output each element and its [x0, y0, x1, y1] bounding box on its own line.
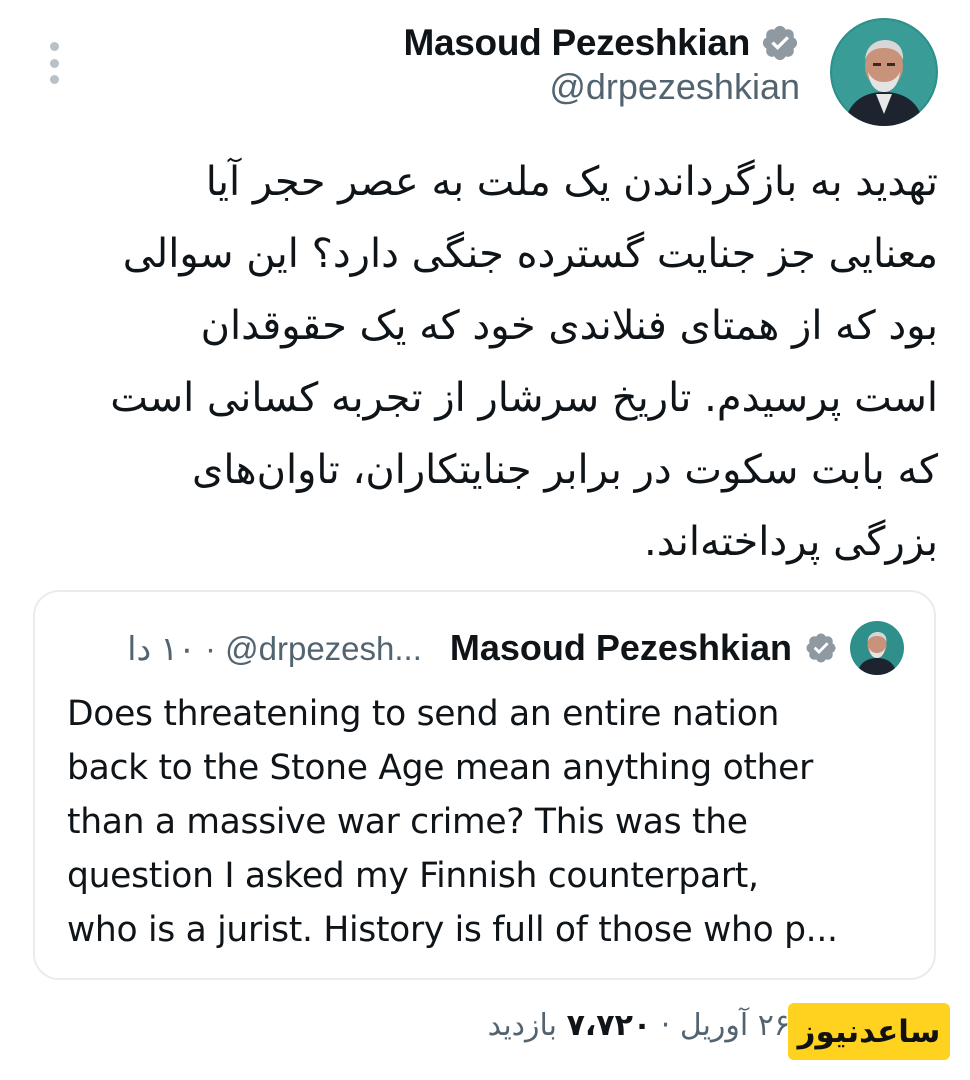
more-options-icon[interactable]: [38, 42, 70, 84]
quoted-tweet-card[interactable]: @drpezesh... · ۱۰ دا Masoud Pezeshkian D…: [33, 590, 936, 980]
quoted-author-handle[interactable]: @drpezesh...: [225, 630, 422, 667]
quoted-avatar-portrait: [850, 621, 904, 675]
tweet-date[interactable]: ۲۶ آوریل: [680, 1008, 790, 1043]
more-dot: [49, 42, 59, 51]
quoted-tweet-text: Does threatening to send an entire natio…: [67, 687, 904, 957]
footer-separator: ·: [660, 1008, 671, 1043]
views-label: بازدید: [487, 1008, 558, 1043]
tweet-footer-meta: ۲۶ آوریل · ۷،۷۲۰ بازدید: [430, 1008, 790, 1043]
quoted-text-line: than a massive war crime? This was the: [67, 802, 748, 842]
tweet-author[interactable]: Masoud Pezeshkian @drpezeshkian: [403, 22, 800, 108]
quoted-tweet-header: @drpezesh... · ۱۰ دا Masoud Pezeshkian: [65, 618, 904, 678]
quoted-text-line: question I asked my Finnish counterpart,: [67, 856, 759, 896]
more-dot: [49, 75, 59, 84]
quoted-text-line: back to the Stone Age mean anything othe…: [67, 748, 813, 788]
watermark-text: ساعدنیوز: [797, 1013, 941, 1050]
avatar-portrait: [830, 18, 938, 126]
quoted-text-line: Does threatening to send an entire natio…: [67, 694, 780, 734]
quoted-author-name[interactable]: Masoud Pezeshkian: [450, 627, 792, 669]
quoted-tweet-meta: @drpezesh... · ۱۰ دا: [127, 629, 422, 668]
verified-badge-icon: [762, 25, 798, 61]
meta-separator: ·: [204, 629, 216, 667]
quoted-avatar[interactable]: [850, 621, 904, 675]
more-dot: [49, 58, 59, 68]
author-handle[interactable]: @drpezeshkian: [403, 66, 800, 108]
quoted-text-line: who is a jurist. History is full of thos…: [67, 910, 838, 950]
quoted-tweet-time[interactable]: ۱۰ دا: [127, 630, 196, 667]
avatar[interactable]: [830, 18, 938, 126]
verified-badge-icon: [806, 633, 836, 663]
watermark-logo: ساعدنیوز: [788, 1003, 950, 1060]
views-count: ۷،۷۲۰: [566, 1008, 652, 1043]
author-name[interactable]: Masoud Pezeshkian: [403, 22, 750, 64]
tweet-text: تهدید به بازگرداندن یک ملت به عصر حجر آی…: [110, 159, 938, 565]
